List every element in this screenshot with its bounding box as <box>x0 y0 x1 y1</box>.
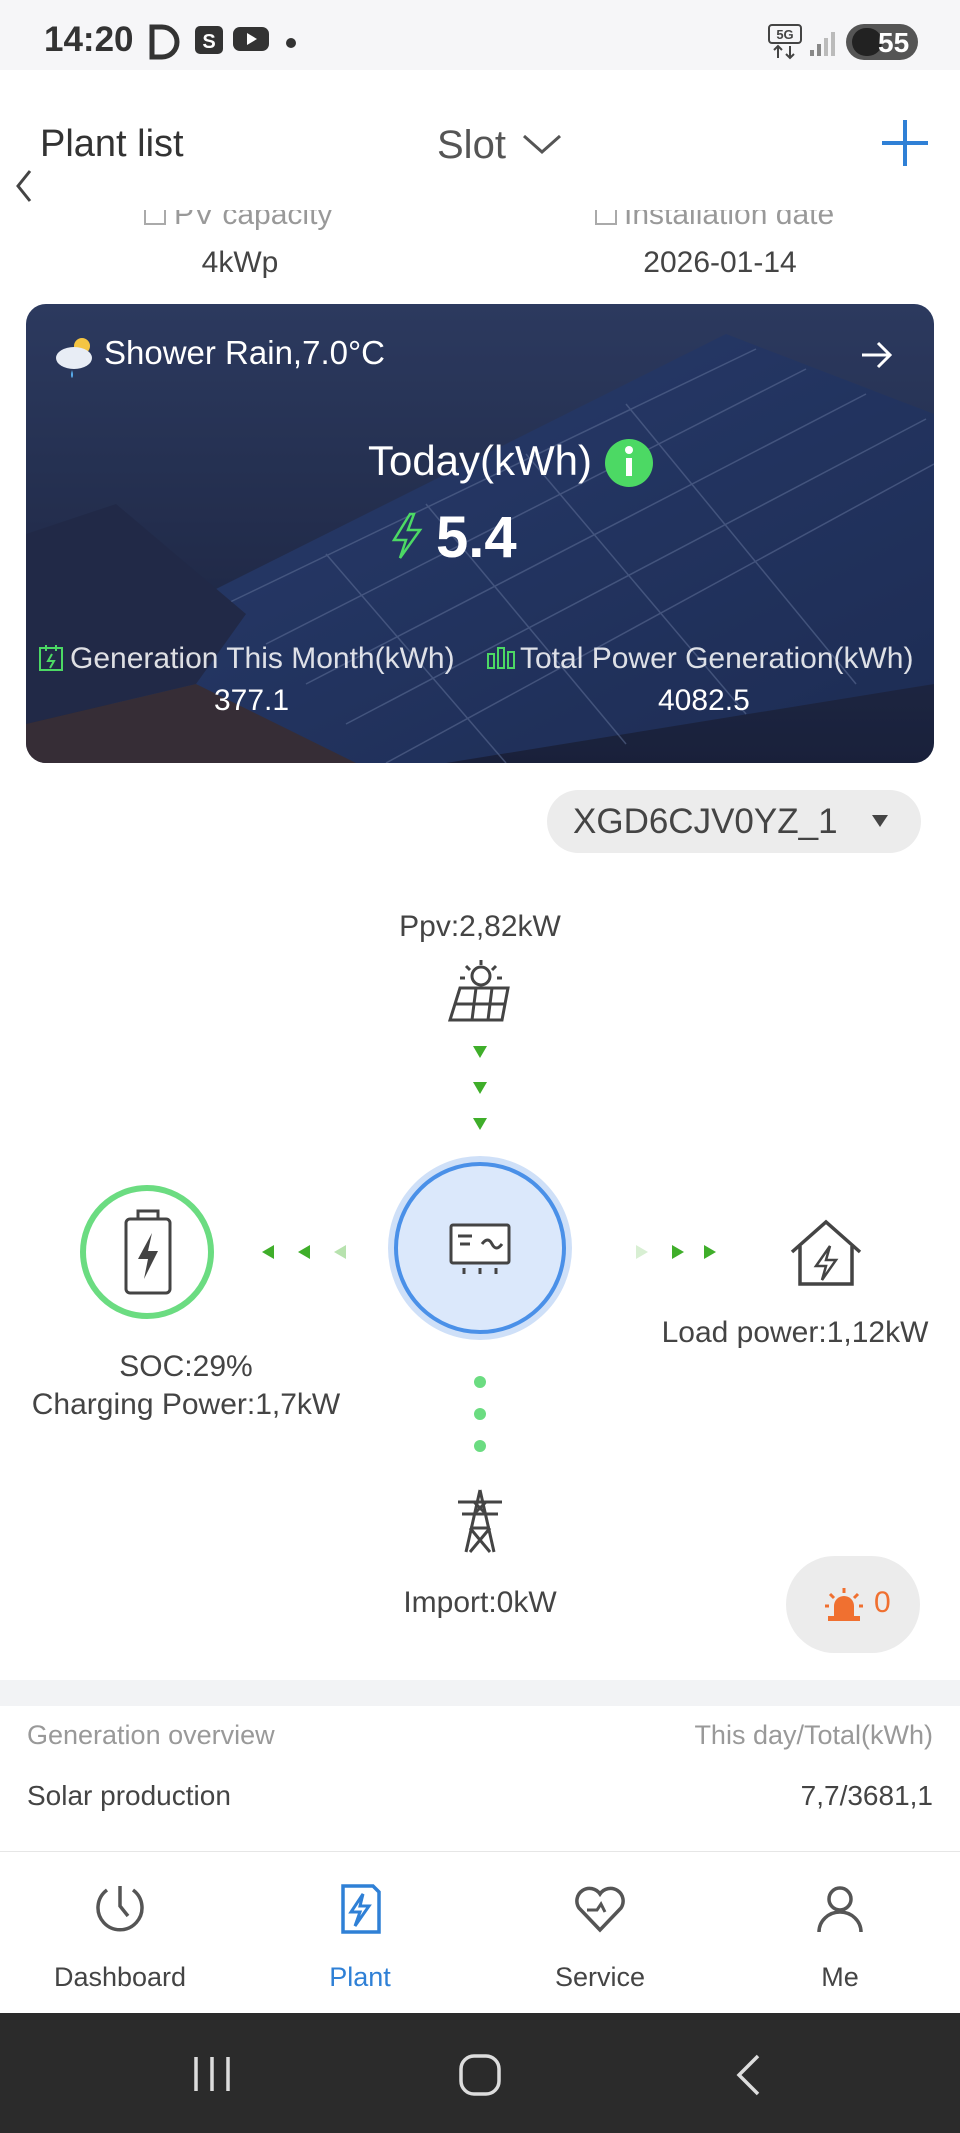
load-power-label: Load power:1,12kW <box>661 1316 929 1349</box>
tab-label: Me <box>821 1962 859 1992</box>
overview-unit-label: This day/Total(kWh) <box>694 1720 933 1750</box>
dashboard-icon <box>96 1886 144 1932</box>
plant-name: Slot <box>437 123 506 167</box>
bar-chart-icon <box>487 647 515 669</box>
arrow-right-icon[interactable] <box>860 340 894 370</box>
s-app-icon: S <box>195 26 223 54</box>
system-back-icon[interactable] <box>734 2053 762 2097</box>
charging-power-label: Charging Power:1,7kW <box>31 1388 341 1421</box>
grid-import-label: Import:0kW <box>403 1586 557 1619</box>
load-flow-arrows <box>636 1245 716 1259</box>
service-icon <box>575 1886 625 1933</box>
back-label: Plant list <box>40 123 184 165</box>
battery-level: 55 <box>878 27 910 58</box>
pv-capacity-icon <box>144 210 166 225</box>
installation-date-label: Installation date <box>624 210 835 231</box>
grid-tower-icon[interactable] <box>452 1488 508 1554</box>
today-value: 5.4 <box>436 505 517 570</box>
total-generation-label: Total Power Generation(kWh) <box>520 642 914 675</box>
pv-capacity-value: 4kWp <box>201 246 279 279</box>
home-button-icon[interactable] <box>458 2053 502 2097</box>
device-selector[interactable]: XGD6CJV0YZ_1 <box>547 790 921 853</box>
month-generation-label: Generation This Month(kWh) <box>70 642 455 675</box>
battery-icon <box>124 1209 172 1295</box>
overview-row-label: Solar production <box>27 1780 231 1811</box>
lightning-icon <box>391 512 423 559</box>
month-generation-value: 377.1 <box>214 684 290 717</box>
home-load-icon[interactable] <box>788 1218 864 1288</box>
tab-label: Plant <box>329 1962 391 1992</box>
back-button[interactable]: Plant list <box>0 110 220 202</box>
weather-text: Shower Rain,7.0°C <box>104 334 385 371</box>
bottom-tab-bar: Dashboard Plant Service Me <box>0 1851 960 2013</box>
dropdown-triangle-icon <box>872 815 888 827</box>
svg-text:5G: 5G <box>776 27 793 42</box>
system-nav-bar <box>0 2013 960 2133</box>
section-divider <box>0 1680 960 1706</box>
svg-text:S: S <box>202 31 215 53</box>
solar-panel-icon[interactable] <box>446 958 516 1022</box>
generation-hero-card[interactable]: Shower Rain,7.0°C Today(kWh) 5.4 Generat… <box>26 304 934 763</box>
calendar-icon <box>595 210 617 225</box>
chevron-down-icon <box>523 134 561 155</box>
add-plant-button[interactable] <box>880 118 930 168</box>
alarm-siren-icon <box>825 1588 863 1621</box>
generation-overview: Generation overview This day/Total(kWh) … <box>0 1706 960 1851</box>
inverter-icon <box>449 1223 511 1274</box>
notification-dot-icon <box>286 38 296 48</box>
tab-dashboard[interactable]: Dashboard <box>0 1852 240 2014</box>
top-nav-bar: Plant list Slot <box>0 70 960 210</box>
tab-plant[interactable]: Plant <box>240 1852 480 2014</box>
plant-selector[interactable]: Slot <box>420 110 580 180</box>
pv-flow-arrows <box>473 1046 487 1130</box>
signal-icon <box>810 32 835 56</box>
overview-row[interactable]: Solar production 7,7/3681,1 <box>0 1770 960 1830</box>
installation-date-value: 2026-01-14 <box>643 246 797 279</box>
weather-shower-icon <box>56 338 92 378</box>
battery-flow-arrows <box>262 1245 346 1259</box>
plant-icon <box>341 1884 381 1934</box>
status-bar: 14:20 S 5G 55 <box>0 0 960 70</box>
info-icon[interactable] <box>604 438 654 488</box>
calendar-month-icon <box>39 645 63 671</box>
total-generation-value: 4082.5 <box>658 684 750 717</box>
device-serial: XGD6CJV0YZ_1 <box>573 802 838 841</box>
tab-me[interactable]: Me <box>720 1852 960 2014</box>
network-5g-icon: 5G <box>768 24 802 60</box>
soc-label: SOC:29% <box>119 1350 253 1383</box>
pv-power-label: Ppv:2,82kW <box>399 910 561 943</box>
plant-info-row: PV capacity Installation date 4kWp 2026-… <box>0 210 960 300</box>
battery-indicator: 55 <box>846 24 918 60</box>
status-time: 14:20 <box>44 20 134 59</box>
overview-row-value: 7,7/3681,1 <box>800 1780 933 1811</box>
alarm-button[interactable]: 0 <box>786 1556 920 1653</box>
overview-title: Generation overview <box>27 1720 275 1750</box>
tab-label: Service <box>554 1962 646 1992</box>
pv-capacity-label: PV capacity <box>174 210 333 231</box>
recent-apps-icon[interactable] <box>190 2055 234 2093</box>
youtube-icon <box>233 27 269 51</box>
chevron-left-icon <box>16 170 32 202</box>
today-label: Today(kWh) <box>367 437 593 484</box>
d-app-icon <box>149 24 180 60</box>
inverter-node[interactable] <box>394 1162 566 1334</box>
tab-label: Dashboard <box>53 1962 187 1992</box>
grid-flow-dots <box>474 1376 486 1452</box>
alarm-count: 0 <box>874 1586 891 1619</box>
battery-node[interactable] <box>80 1185 214 1319</box>
today-label-row: Today(kWh) <box>26 437 934 485</box>
tab-service[interactable]: Service <box>480 1852 720 2014</box>
me-icon <box>817 1886 863 1933</box>
